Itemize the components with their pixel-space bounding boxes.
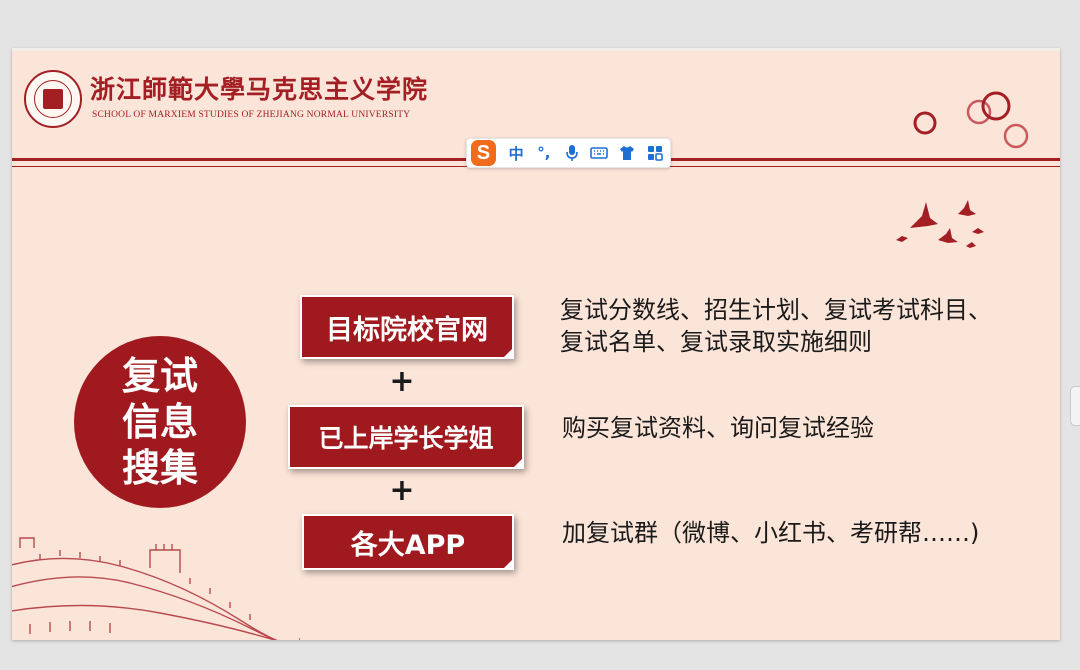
description-apps: 加复试群（微博、小红书、考研帮……): [562, 517, 979, 549]
school-name-cn: 浙江師範大學马克思主义学院: [90, 75, 429, 104]
slide-top-border: [12, 48, 1060, 51]
description-official-website: 复试分数线、招生计划、复试考试科目、 复试名单、复试录取实施细则: [560, 294, 992, 358]
seal-emblem: [43, 89, 63, 109]
keyboard-icon[interactable]: [587, 140, 612, 166]
description-line: 加复试群（微博、小红书、考研帮……): [562, 519, 980, 547]
section-title-circle: 复试 信息 搜集: [74, 336, 246, 508]
description-seniors: 购买复试资料、询问复试经验: [562, 412, 874, 444]
university-seal-icon: [24, 70, 82, 128]
source-box-apps: 各大APP: [302, 514, 514, 570]
plus-sign-1: +: [389, 364, 415, 399]
sogou-ime-logo-icon[interactable]: S: [471, 140, 496, 166]
description-line: 复试名单、复试录取实施细则: [560, 328, 872, 356]
ime-toolbar[interactable]: S 中 °,: [466, 138, 671, 168]
source-box-official-website: 目标院校官网: [300, 295, 514, 359]
source-box-seniors: 已上岸学长学姐: [288, 405, 524, 469]
skin-shirt-icon[interactable]: [615, 140, 640, 166]
decorative-circles-icon: [913, 91, 1029, 149]
circle-title-line-3: 搜集: [121, 446, 198, 490]
circle-title-line-1: 复试: [121, 354, 198, 398]
ime-chinese-mode-button[interactable]: 中: [504, 140, 529, 166]
description-line: 复试分数线、招生计划、复试考试科目、: [560, 296, 992, 324]
side-scroll-handle[interactable]: [1070, 386, 1080, 426]
flying-birds-icon: [896, 200, 984, 248]
great-wall-icon: [12, 537, 300, 640]
circle-title-line-2: 信息: [121, 400, 198, 444]
plus-sign-2: +: [389, 473, 415, 508]
description-line: 购买复试资料、询问复试经验: [562, 414, 874, 442]
slide: 浙江師範大學马克思主义学院 SCHOOL OF MARXIEM STUDIES …: [12, 48, 1060, 640]
ime-punctuation-button[interactable]: °,: [531, 140, 556, 166]
microphone-icon[interactable]: [559, 140, 584, 166]
toolbox-grid-icon[interactable]: [642, 140, 667, 166]
school-name-en: SCHOOL OF MARXIEM STUDIES OF ZHEJIANG NO…: [92, 110, 411, 120]
